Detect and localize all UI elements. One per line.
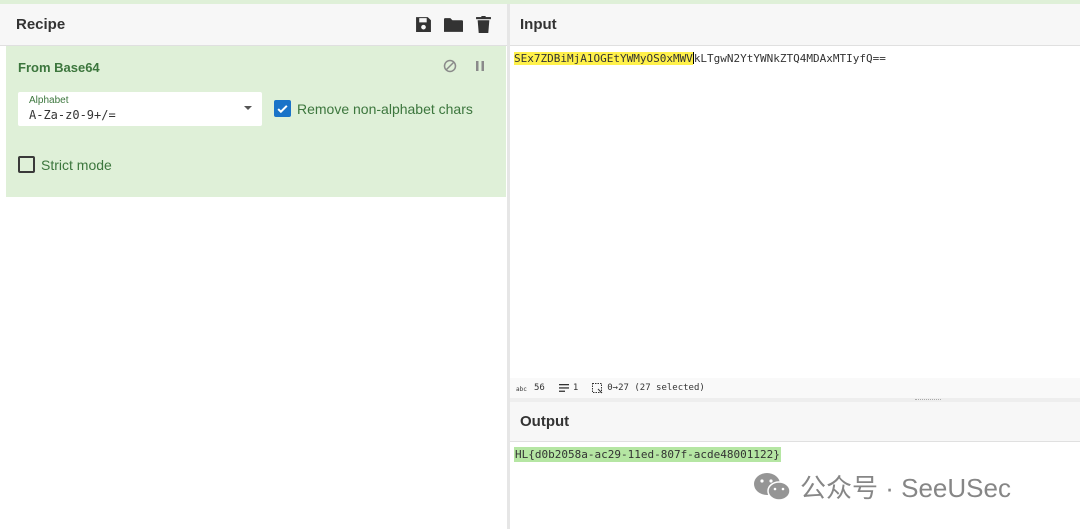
- selection-icon: [592, 382, 603, 393]
- input-status-bar: abc 56 1 0→27 (27 selected): [510, 378, 1080, 398]
- strict-mode-checkbox[interactable]: [18, 156, 35, 173]
- operation-controls: [442, 58, 488, 74]
- strict-mode-label: Strict mode: [41, 156, 112, 173]
- input-remaining-text: kLTgwN2YtYWNkZTQ4MDAxMTIyfQ==: [693, 52, 886, 65]
- length-status: abc 56: [516, 383, 545, 393]
- input-title: Input: [520, 16, 557, 33]
- input-selected-text: SEx7ZDBiMjA1OGEtYWMyOS0xMWV: [514, 52, 693, 65]
- output-pane: Output HL{d0b2058a-ac29-11ed-807f-acde48…: [510, 402, 1080, 529]
- save-icon[interactable]: [413, 15, 433, 35]
- output-title: Output: [520, 413, 570, 430]
- lines-icon: [558, 384, 569, 392]
- recipe-title: Recipe: [16, 16, 66, 33]
- lines-value: 1: [572, 383, 579, 393]
- input-textarea[interactable]: SEx7ZDBiMjA1OGEtYWMyOS0xMWVkLTgwN2YtYWNk…: [514, 52, 886, 65]
- pause-icon[interactable]: [472, 58, 488, 74]
- trash-icon[interactable]: [473, 15, 493, 35]
- folder-icon[interactable]: [443, 15, 463, 35]
- selection-value: 0→27 (27 selected): [607, 383, 705, 393]
- remove-non-alphabet-checkbox[interactable]: [274, 100, 291, 117]
- remove-non-alphabet-label: Remove non-alphabet chars: [297, 100, 473, 117]
- strict-mode-option[interactable]: Strict mode: [18, 156, 112, 173]
- alphabet-label: Alphabet: [29, 95, 69, 106]
- abc-icon: abc: [516, 386, 527, 392]
- recipe-toolbar: [413, 15, 493, 35]
- alphabet-select[interactable]: Alphabet A-Za-z0-9+/=: [18, 92, 262, 126]
- remove-non-alphabet-option[interactable]: Remove non-alphabet chars: [274, 100, 473, 117]
- output-header: Output: [510, 402, 1080, 442]
- resize-grip-icon[interactable]: [915, 399, 941, 401]
- input-pane: Input SEx7ZDBiMjA1OGEtYWMyOS0xMWVkLTgwN2…: [510, 4, 1080, 397]
- svg-text:abc: abc: [516, 386, 527, 392]
- chevron-down-icon[interactable]: [244, 106, 252, 110]
- from-base64-operation[interactable]: From Base64 Alphabet A-Za-z0-9+/= Remove…: [6, 46, 506, 197]
- check-icon: [277, 105, 288, 114]
- selection-status: 0→27 (27 selected): [592, 382, 705, 394]
- watermark-text: 公众号 · SeeUSec: [800, 473, 1011, 503]
- recipe-pane: Recipe From Base64 Alphabet A-Za-z0-9+/=…: [0, 4, 507, 529]
- alphabet-value: A-Za-z0-9+/=: [29, 108, 116, 122]
- wechat-logo-icon: [754, 472, 791, 501]
- length-value: 56: [534, 383, 545, 393]
- input-header: Input: [510, 4, 1080, 46]
- recipe-header: Recipe: [0, 4, 507, 46]
- output-text[interactable]: HL{d0b2058a-ac29-11ed-807f-acde48001122}: [514, 447, 781, 462]
- disable-icon[interactable]: [442, 58, 458, 74]
- watermark: 公众号 · SeeUSec: [752, 468, 1011, 505]
- operation-title: From Base64: [18, 60, 100, 75]
- lines-status: 1: [558, 383, 579, 393]
